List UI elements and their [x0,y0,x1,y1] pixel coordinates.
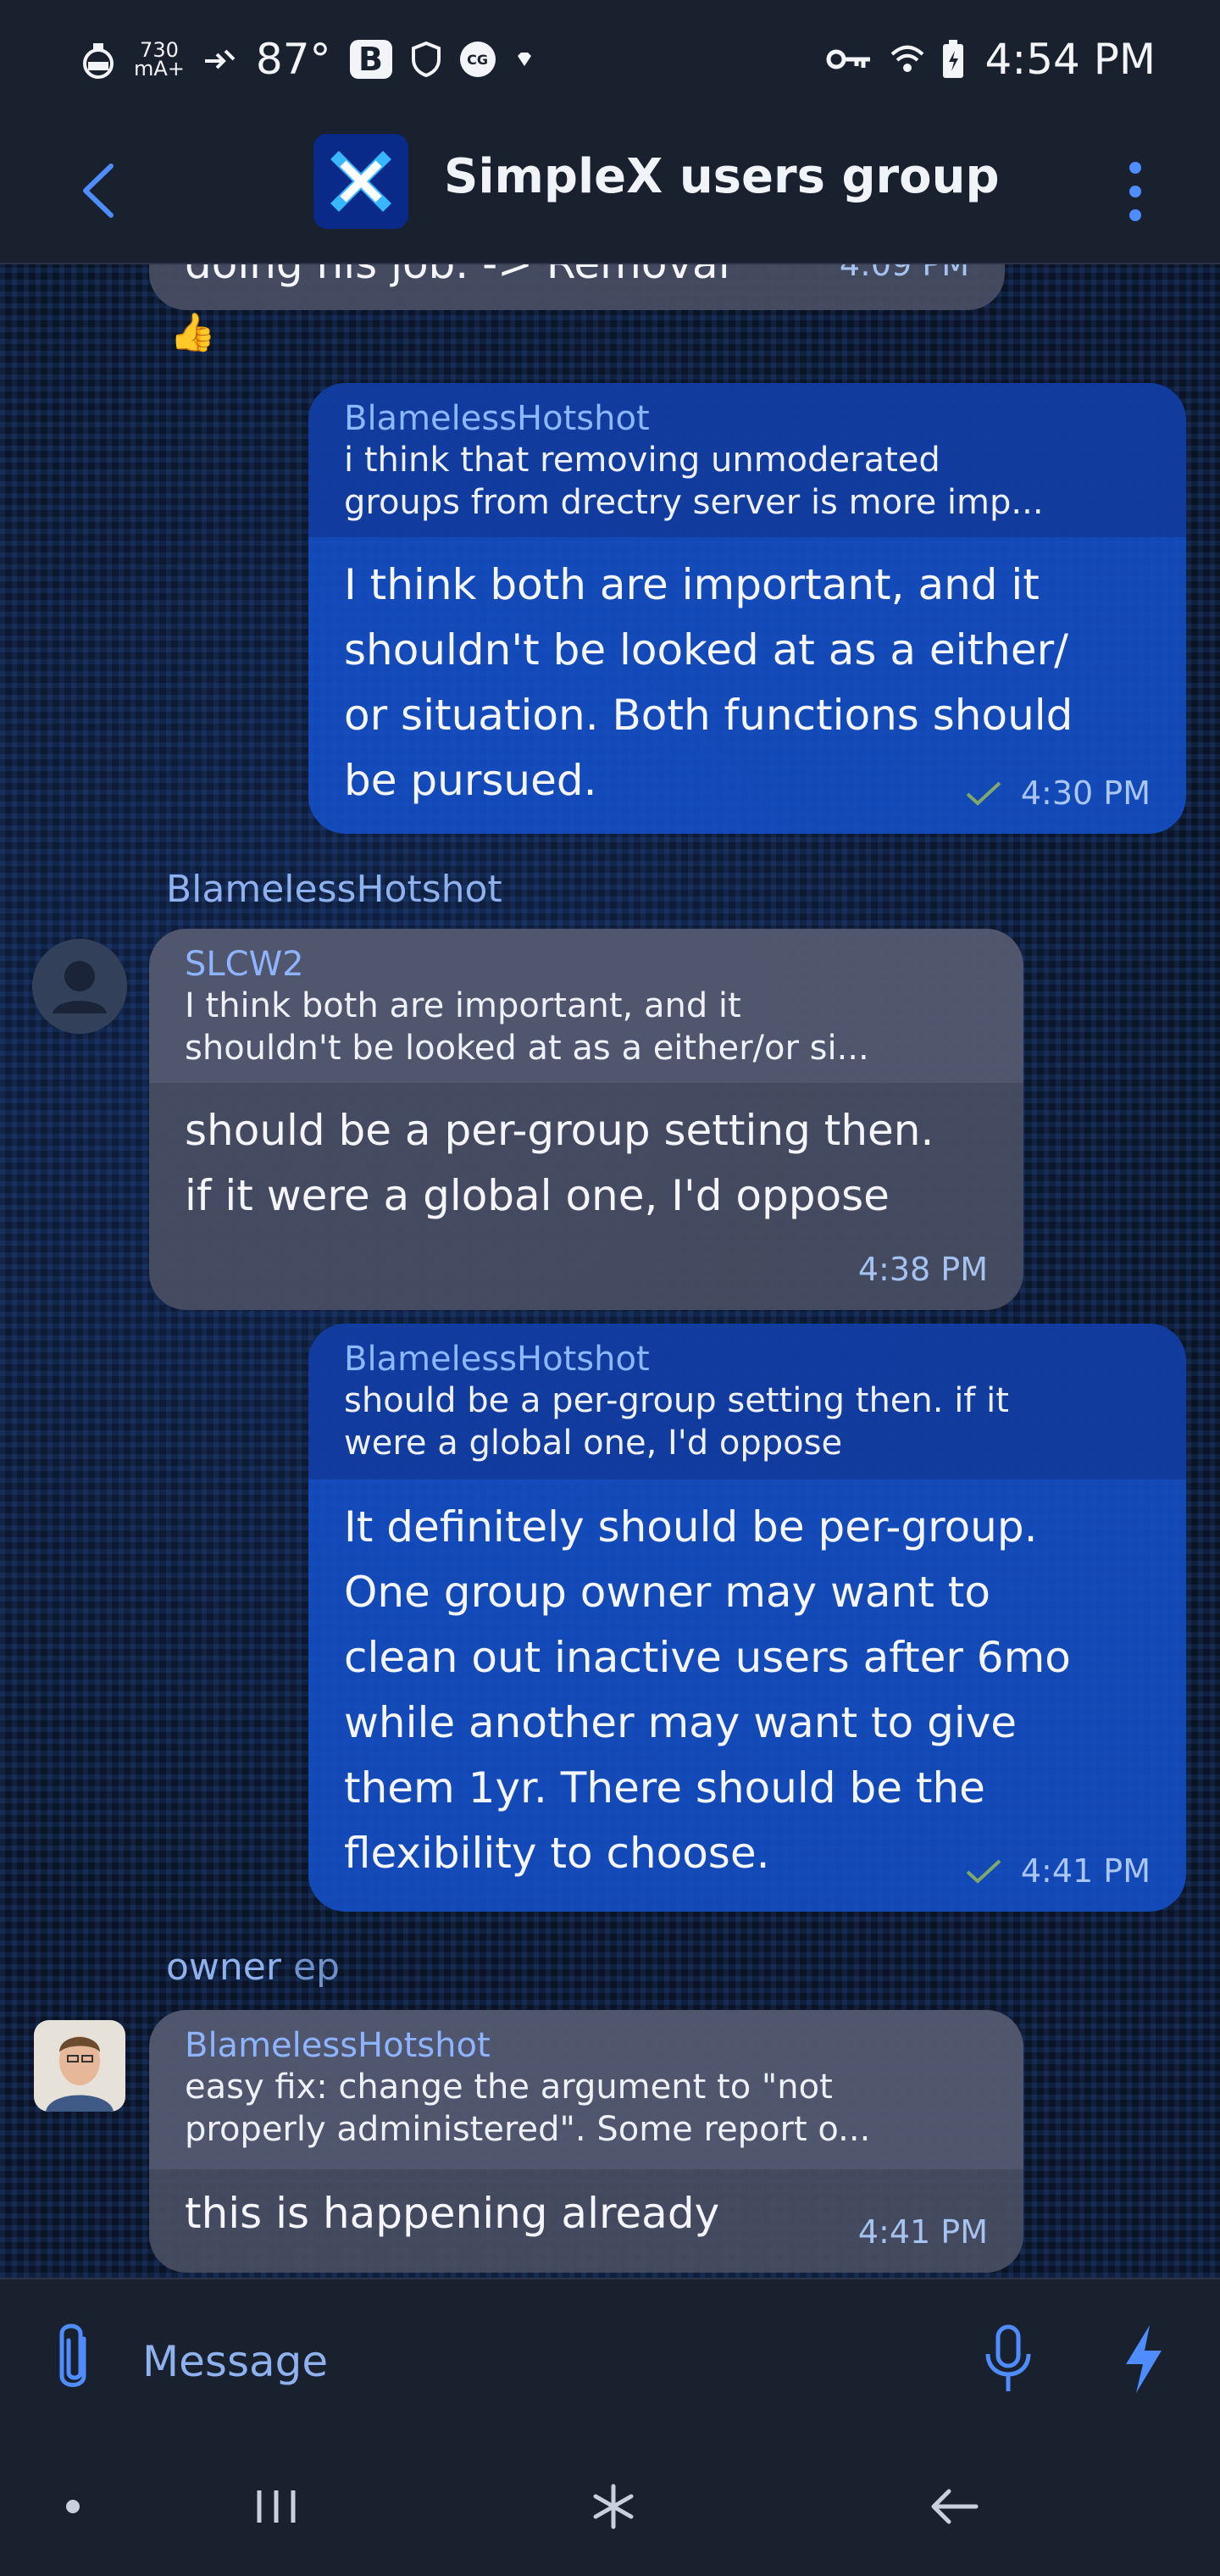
message-bubble[interactable]: BlamelessHotshot easy fix: change the ar… [149,2010,1023,2273]
checkmark-icon [966,1859,1001,1884]
sender-display-name: ep [292,1946,340,1989]
more-options-button[interactable] [1110,149,1161,234]
quote-author: SLCW2 [185,945,304,984]
diamond-icon [517,53,531,66]
more-vert-dot [1129,209,1141,221]
home-icon [593,2484,634,2529]
quote-text: groups from drectry server is more imp..… [344,483,1044,522]
quote-text: i think that removing unmoderated [344,441,940,480]
nav-dot-button[interactable] [56,2473,90,2540]
home-button[interactable] [580,2473,647,2540]
quoted-message[interactable]: BlamelessHotshot i think that removing u… [308,383,1186,537]
quote-text: were a global one, I'd oppose [344,1424,843,1463]
status-bar: 730 mA+ 87° B CG 4:54 PM [0,0,1220,119]
message-input[interactable] [142,2323,905,2400]
message-bubble[interactable]: BlamelessHotshot should be a per-group s… [308,1324,1186,1912]
message-meta: 4:38 PM [858,1251,988,1288]
message-text: should be a per-group setting then. if i… [185,1106,934,1220]
paperclip-icon [59,2323,86,2387]
message-time: 4:41 PM [1020,1852,1151,1890]
attach-button[interactable] [44,2317,102,2401]
message-text: I think both are important, and it shoul… [344,560,1073,805]
dot-icon [66,2500,80,2513]
recent-apps-icon [257,2490,296,2523]
vpn-key-icon [826,49,870,69]
quote-author: BlamelessHotshot [344,1340,650,1379]
person-icon [32,939,127,1034]
simplex-logo-icon [330,151,391,212]
reaction-emoji[interactable]: 👍 [169,310,216,354]
message-text: It definitely should be per-group. One g… [344,1502,1071,1878]
more-vert-dot [1129,186,1141,197]
message-time: 4:38 PM [857,1251,988,1288]
message-bubble[interactable]: SLCW2 I think both are important, and it… [149,929,1023,1310]
recent-apps-button[interactable] [242,2473,310,2540]
sender-role: owner [166,1946,281,1989]
temperature: 87° [255,35,331,84]
checkmark-icon [966,781,1001,806]
sender-name[interactable]: owner ep [166,1946,340,1989]
message-time: 4:41 PM [857,2213,988,2251]
shield-icon [411,41,441,78]
chat-messages[interactable]: doing his job. -> Removal 4:09 PM 👍 Blam… [0,264,1220,2278]
group-avatar[interactable] [313,134,408,229]
quote-author: BlamelessHotshot [185,2026,491,2065]
live-message-button[interactable] [1110,2317,1178,2401]
message-meta: 4:41 PM [965,1852,1151,1890]
quote-author: BlamelessHotshot [344,399,650,438]
quote-text: I think both are important, and it [185,986,741,1025]
charging-arrow-icon [204,49,236,69]
avatar[interactable] [34,2020,125,2112]
message-time: 4:09 PM [839,264,969,283]
sender-name[interactable]: BlamelessHotshot [166,868,502,911]
avatar[interactable] [32,939,127,1034]
wifi-icon [890,45,923,72]
user-photo-icon [34,2020,125,2112]
quote-text: shouldn't be looked at as a either/or si… [185,1029,869,1068]
battery-charging-icon [942,40,963,78]
quoted-message[interactable]: SLCW2 I think both are important, and it… [149,929,1023,1083]
quote-text: easy fix: change the argument to "not [185,2068,833,2107]
quote-text: should be a per-group setting then. if i… [344,1381,1009,1420]
more-vert-icon [1129,162,1141,174]
quote-text: properly administered". Some report o... [185,2110,871,2149]
microphone-icon [985,2324,1031,2391]
back-button[interactable] [59,153,136,229]
voice-record-button[interactable] [974,2317,1042,2401]
quoted-message[interactable]: BlamelessHotshot easy fix: change the ar… [149,2010,1023,2169]
back-nav-button[interactable] [920,2473,988,2540]
cg-badge-icon: CG [459,42,496,77]
message-composer [0,2278,1220,2439]
back-arrow-icon [931,2489,979,2524]
message-bubble[interactable]: BlamelessHotshot i think that removing u… [308,383,1186,834]
chat-title[interactable]: SimpleX users group [444,149,1000,204]
message-bubble[interactable]: doing his job. -> Removal 4:09 PM [149,264,1005,310]
data-rate: 730 mA+ [134,38,185,80]
message-text: doing his job. -> Removal [185,264,730,288]
b-badge-icon: B [349,40,392,79]
message-meta: 4:30 PM [965,774,1151,812]
system-nav-bar [0,2439,1220,2576]
clock: 4:54 PM [984,35,1156,84]
chevron-left-icon [83,164,114,218]
message-meta: 4:41 PM [858,2213,988,2251]
chat-header: SimpleX users group [0,119,1220,264]
battery-saver-icon [83,43,114,79]
quoted-message[interactable]: BlamelessHotshot should be a per-group s… [308,1324,1186,1480]
lightning-icon [1126,2325,1162,2393]
message-time: 4:30 PM [1020,774,1151,812]
